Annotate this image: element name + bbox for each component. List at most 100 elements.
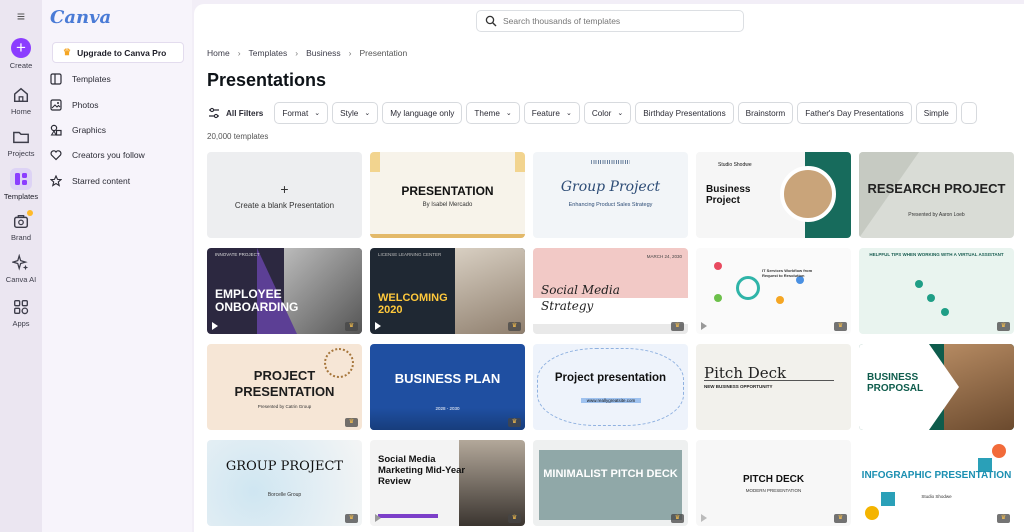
template-card[interactable]: Business Project Studio Shodwe: [696, 152, 851, 238]
card-subtitle: www.reallygreatsite.com: [581, 398, 641, 403]
breadcrumb-chevron-icon: ›: [295, 48, 299, 58]
filter-sliders-icon: [209, 107, 219, 119]
rail-create-label: Create: [9, 61, 33, 70]
template-icon: [50, 73, 62, 85]
template-card[interactable]: IT Services Workflow from Request to Res…: [696, 248, 851, 334]
template-card[interactable]: MARCH 24, 2030 Social Media Strategy ♛: [533, 248, 688, 334]
breadcrumb-business[interactable]: Business: [306, 48, 341, 58]
template-card[interactable]: MINIMALIST PITCH DECK ♛: [533, 440, 688, 526]
card-title: Business Project: [706, 184, 751, 206]
photo-icon: [50, 99, 62, 111]
format-dropdown[interactable]: Format ⌄: [274, 102, 329, 124]
feature-dropdown[interactable]: Feature ⌄: [523, 102, 580, 124]
template-card[interactable]: PITCH DECK MODERN PRESENTATION ♛: [696, 440, 851, 526]
apps-icon: [14, 300, 29, 315]
crown-icon: ♛: [63, 47, 72, 57]
template-card[interactable]: LICENSE LEARNING CENTER WELCOMING 2020 ♛: [370, 248, 525, 334]
template-card[interactable]: Pitch Deck NEW BUSINESS OPPORTUNITY: [696, 344, 851, 430]
rail-templates[interactable]: Templates: [0, 168, 42, 201]
template-card[interactable]: Social Media Marketing Mid-Year Review ♛: [370, 440, 525, 526]
template-card[interactable]: BUSINESS PLAN 2028 - 2030 ♛: [370, 344, 525, 430]
play-icon: [375, 514, 381, 522]
tag-chip[interactable]: Brainstorm: [737, 102, 794, 124]
card-title: GROUP PROJECT: [225, 459, 344, 474]
color-dropdown[interactable]: Color ⌄: [583, 102, 632, 124]
breadcrumb-home[interactable]: Home: [207, 48, 230, 58]
all-filters-button[interactable]: All Filters: [202, 102, 270, 124]
sparkle-icon: [12, 254, 29, 271]
create-blank-label: Create a blank Presentation: [234, 200, 335, 210]
crown-icon: ♛: [508, 514, 521, 523]
filter-bar: All Filters Format ⌄ Style ⌄ My language o…: [202, 102, 977, 124]
card-subtitle: MARCH 24, 2030: [646, 254, 682, 259]
card-subtitle: NEW BUSINESS OPPORTUNITY: [704, 384, 773, 389]
style-dropdown[interactable]: Style ⌄: [332, 102, 379, 124]
template-card[interactable]: Group Project Enhancing Product Sales St…: [533, 152, 688, 238]
rail-canva-ai-label: Canva AI: [5, 275, 37, 284]
card-subtitle: Borcelle Group: [267, 492, 302, 498]
template-card[interactable]: GROUP PROJECT Borcelle Group ♛: [207, 440, 362, 526]
search-input[interactable]: Search thousands of templates: [476, 10, 744, 32]
crown-icon: ♛: [345, 322, 358, 331]
breadcrumb-presentation: Presentation: [359, 48, 408, 58]
card-subtitle: LICENSE LEARNING CENTER: [378, 252, 442, 257]
rail-home[interactable]: Home: [0, 86, 42, 116]
sidebar-item-graphics[interactable]: Graphics: [50, 121, 186, 139]
plus-icon: +: [280, 180, 289, 197]
rail-apps[interactable]: Apps: [0, 298, 42, 328]
chevron-down-icon: ⌄: [617, 110, 624, 117]
crown-icon: ♛: [345, 514, 358, 523]
rail-brand-label: Brand: [10, 233, 31, 242]
card-title: Social Media Strategy: [541, 283, 620, 313]
template-card[interactable]: BUSINESS PROPOSAL: [859, 344, 1014, 430]
template-card[interactable]: PROJECT PRESENTATION Presented by Catrin…: [207, 344, 362, 430]
card-subtitle: Enhancing Product Sales Strategy: [568, 202, 653, 208]
breadcrumb: Home › Templates › Business › Presentati…: [207, 48, 407, 58]
page-title: Presentations: [207, 70, 327, 90]
theme-dropdown[interactable]: Theme ⌄: [466, 102, 520, 124]
my-language-toggle[interactable]: My language only: [382, 102, 463, 124]
rail-create[interactable]: + Create: [0, 38, 42, 70]
play-icon: [212, 322, 218, 330]
tag-label: Simple: [923, 108, 949, 118]
chevron-down-icon: ⌄: [505, 110, 512, 117]
rail-projects[interactable]: Projects: [0, 128, 42, 158]
template-card[interactable]: PRESENTATION By Isabel Mercado: [370, 152, 525, 238]
create-blank-card[interactable]: + Create a blank Presentation: [207, 152, 362, 238]
template-card[interactable]: INFOGRAPHIC PRESENTATION Studio Shodwe ♛: [859, 440, 1014, 526]
templates-side-panel: Canva ♛ Upgrade to Canva Pro Templates P…: [42, 0, 192, 532]
card-title: EMPLOYEE ONBOARDING: [215, 287, 299, 314]
rail-brand[interactable]: Brand: [0, 210, 42, 242]
card-title: IT Services Workflow from Request to Res…: [762, 268, 813, 278]
card-title: PRESENTATION: [401, 184, 494, 198]
breadcrumb-chevron-icon: ›: [237, 48, 241, 58]
collapse-menu-icon[interactable]: ≡: [13, 9, 29, 23]
sidebar-item-templates[interactable]: Templates: [50, 70, 186, 88]
sidebar-item-creators[interactable]: Creators you follow: [50, 146, 186, 164]
card-subtitle: Studio Shodwe: [718, 162, 752, 168]
tag-chip-partial[interactable]: [960, 102, 977, 124]
color-label: Color: [591, 108, 612, 118]
card-subtitle: INNOVATE PROJECT: [215, 252, 260, 257]
rail-apps-label: Apps: [12, 319, 30, 328]
upgrade-button[interactable]: ♛ Upgrade to Canva Pro: [52, 42, 184, 63]
template-card[interactable]: RESEARCH PROJECT Presented by Aaron Loeb: [859, 152, 1014, 238]
language-label: My language only: [390, 108, 455, 118]
tag-chip[interactable]: Birthday Presentations: [635, 102, 734, 124]
home-icon: [13, 87, 29, 103]
canva-logo[interactable]: Canva: [50, 7, 111, 28]
card-title: BUSINESS PROPOSAL: [867, 372, 924, 394]
rail-canva-ai[interactable]: Canva AI: [0, 254, 42, 284]
tag-chip[interactable]: Father's Day Presentations: [797, 102, 912, 124]
template-card[interactable]: HELPFUL TIPS WHEN WORKING WITH A VIRTUAL…: [859, 248, 1014, 334]
card-title: Group Project: [560, 179, 661, 195]
chevron-down-icon: ⌄: [364, 110, 371, 117]
breadcrumb-templates[interactable]: Templates: [249, 48, 288, 58]
sidebar-item-photos[interactable]: Photos: [50, 96, 186, 114]
template-card[interactable]: Project presentation www.reallygreatsite…: [533, 344, 688, 430]
template-card[interactable]: INNOVATE PROJECT EMPLOYEE ONBOARDING ♛: [207, 248, 362, 334]
tag-chip[interactable]: Simple: [915, 102, 957, 124]
search-icon: [485, 15, 497, 27]
sidebar-item-starred[interactable]: Starred content: [50, 172, 186, 190]
sidebar-item-label: Graphics: [72, 125, 107, 135]
